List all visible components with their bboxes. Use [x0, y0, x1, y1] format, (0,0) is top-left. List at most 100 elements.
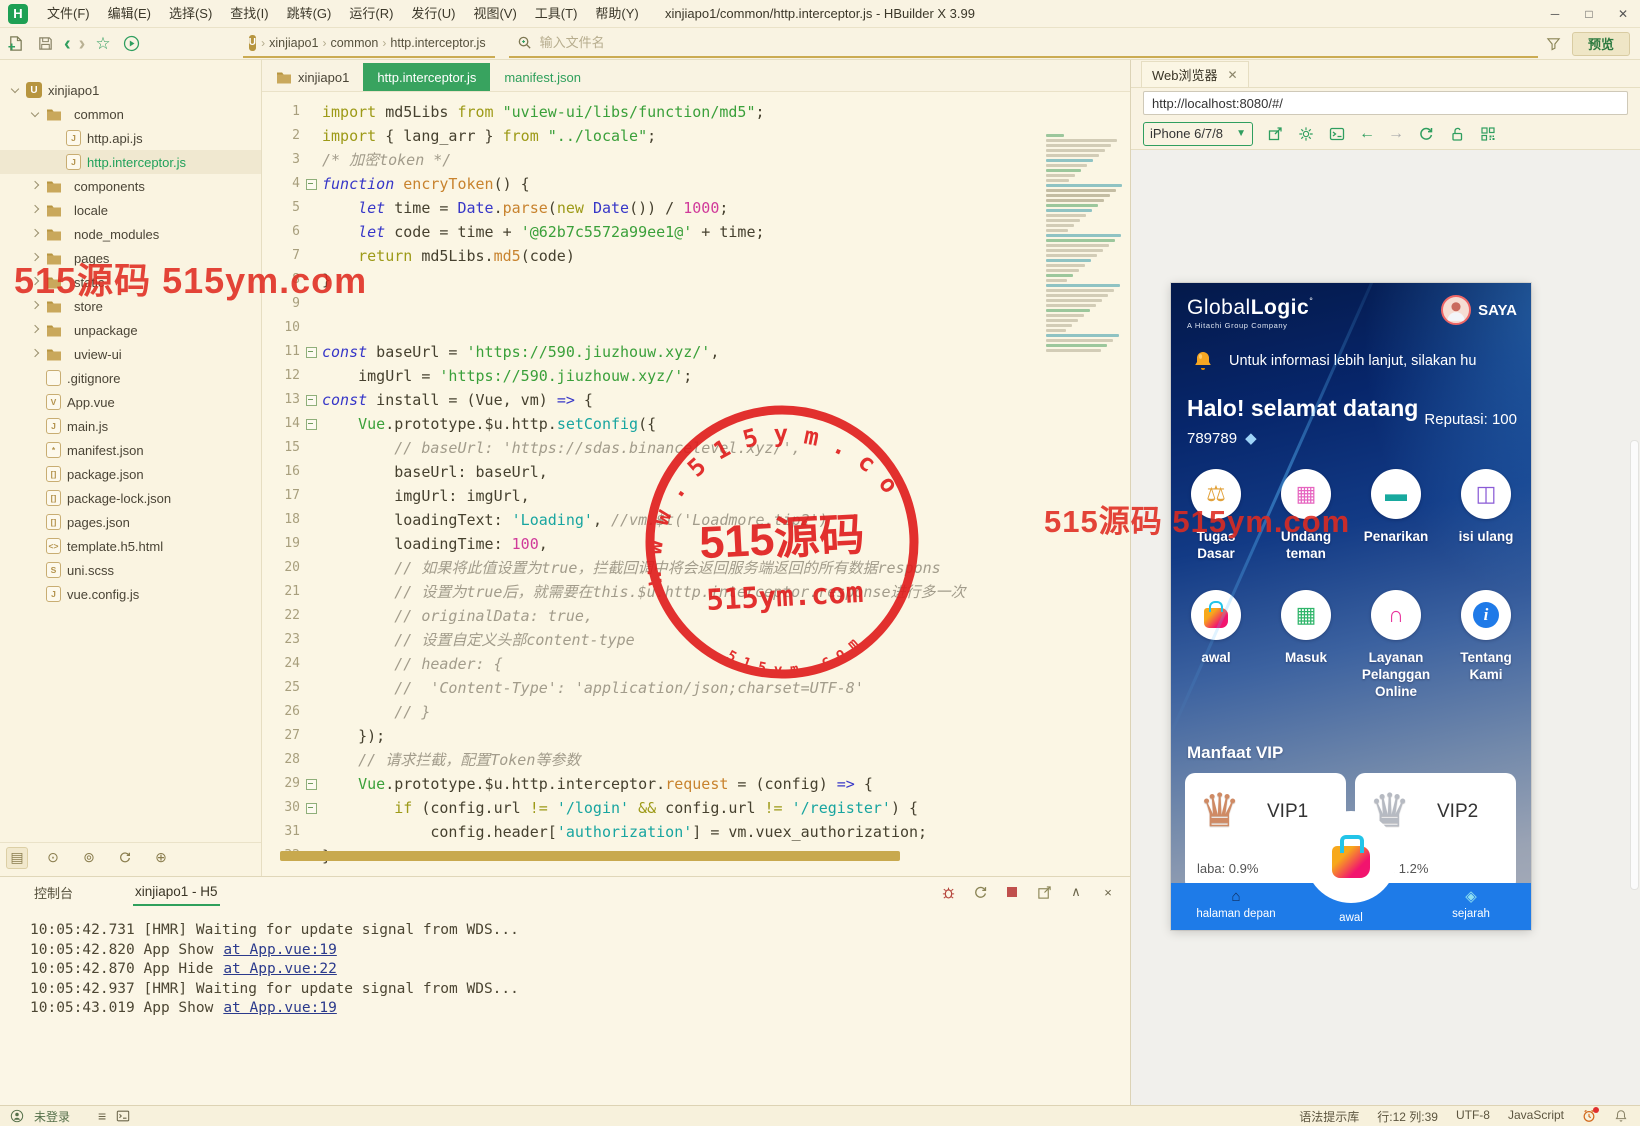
- navigate-forward-button[interactable]: ›: [75, 34, 90, 54]
- notice-bar[interactable]: Untuk informasi lebih lanjut, silakan hu: [1171, 349, 1531, 373]
- url-input[interactable]: [1143, 91, 1628, 115]
- tree-chevron-icon[interactable]: [28, 251, 42, 265]
- menu-item[interactable]: 文件(F): [38, 0, 99, 28]
- devtools-console-icon[interactable]: [1328, 125, 1346, 143]
- grid-item-penarikan[interactable]: ▬ Penarikan: [1351, 469, 1441, 562]
- terminal-icon[interactable]: [116, 1109, 130, 1123]
- log-source-link[interactable]: at App.vue:22: [223, 961, 337, 977]
- sidebar-item-template-h5-html[interactable]: <> template.h5.html: [0, 534, 261, 558]
- browser-back-icon[interactable]: ←: [1359, 125, 1375, 143]
- tab-awal[interactable]: awal: [1301, 910, 1401, 924]
- sidebar-item-vue-config-js[interactable]: Jvue.config.js: [0, 582, 261, 606]
- profile-entry[interactable]: SAYA: [1441, 295, 1517, 325]
- search-input[interactable]: [539, 35, 1452, 50]
- fold-marker[interactable]: [300, 796, 322, 820]
- collapse-panel-icon[interactable]: ∧: [1068, 884, 1084, 900]
- browser-forward-icon[interactable]: →: [1388, 125, 1404, 143]
- tab-halaman-depan[interactable]: ⌂ halaman depan: [1181, 888, 1291, 920]
- grid-item-tugas-dasar[interactable]: ⚖ Tugas Dasar: [1171, 469, 1261, 562]
- lock-icon[interactable]: [1448, 125, 1466, 143]
- sidebar-item-uni-scss[interactable]: Suni.scss: [0, 558, 261, 582]
- console-tab[interactable]: xinjiapo1 - H5: [133, 879, 220, 906]
- browser-tab[interactable]: Web浏览器 ✕: [1141, 61, 1249, 87]
- grid-item-awal[interactable]: awal: [1171, 590, 1261, 700]
- sidebar-item-http-api-js[interactable]: Jhttp.api.js: [0, 126, 261, 150]
- sidebar-item-store[interactable]: store: [0, 294, 261, 318]
- menu-item[interactable]: 跳转(G): [278, 0, 341, 28]
- tree-chevron-icon[interactable]: [28, 299, 42, 313]
- tabbar-center-button[interactable]: [1305, 811, 1397, 903]
- stop-icon[interactable]: [1004, 884, 1020, 900]
- sidebar-item-pages-json[interactable]: [] pages.json: [0, 510, 261, 534]
- close-panel-icon[interactable]: ×: [1100, 884, 1116, 900]
- preview-button[interactable]: 预览: [1572, 31, 1630, 56]
- close-button[interactable]: ✕: [1606, 0, 1640, 27]
- minimize-button[interactable]: ─: [1538, 0, 1572, 27]
- file-explorer-view-icon[interactable]: ▤: [6, 846, 28, 869]
- grid-item-undang-teman[interactable]: ▦ Undang teman: [1261, 469, 1351, 562]
- log-source-link[interactable]: at App.vue:19: [223, 942, 337, 958]
- tab-sejarah[interactable]: ◈ sejarah: [1416, 888, 1526, 920]
- code-area[interactable]: 1 import md5Libs from "uview-ui/libs/func…: [262, 92, 1130, 876]
- new-file-button[interactable]: [0, 31, 30, 57]
- menu-item[interactable]: 查找(I): [221, 0, 277, 28]
- tree-chevron-icon[interactable]: [28, 323, 42, 337]
- sidebar-item-main-js[interactable]: Jmain.js: [0, 414, 261, 438]
- browser-tab-close-icon[interactable]: ✕: [1228, 68, 1238, 82]
- refresh-icon[interactable]: [1417, 125, 1435, 143]
- fold-marker[interactable]: [300, 388, 322, 412]
- sidebar-item-http-interceptor-js[interactable]: Jhttp.interceptor.js: [0, 150, 261, 174]
- tree-chevron-icon[interactable]: [28, 203, 42, 217]
- sidebar-item-xinjiapo1[interactable]: Uxinjiapo1: [0, 78, 261, 102]
- maximize-button[interactable]: □: [1572, 0, 1606, 27]
- menu-item[interactable]: 编辑(E): [99, 0, 160, 28]
- sidebar-item-uview-ui[interactable]: uview-ui: [0, 342, 261, 366]
- open-external-browser-icon[interactable]: [1266, 125, 1284, 143]
- account-person-icon[interactable]: [10, 1109, 24, 1123]
- tree-chevron-icon[interactable]: [28, 275, 42, 289]
- save-button[interactable]: [30, 31, 60, 57]
- menu-item[interactable]: 发行(U): [402, 0, 464, 28]
- grid-item-tentang-kami[interactable]: i Tentang Kami: [1441, 590, 1531, 700]
- sidebar-item-app-vue[interactable]: V App.vue: [0, 390, 261, 414]
- fold-marker[interactable]: [300, 772, 322, 796]
- editor-tab-http-interceptor-js[interactable]: http.interceptor.js: [363, 63, 491, 91]
- horizontal-scrollbar[interactable]: [280, 851, 900, 861]
- search-view-icon[interactable]: ⊙: [42, 847, 64, 869]
- breadcrumb-item[interactable]: xinjiapo1: [266, 36, 321, 50]
- fold-marker[interactable]: [300, 172, 322, 196]
- sidebar-item--gitignore[interactable]: .gitignore: [0, 366, 261, 390]
- menu-item[interactable]: 帮助(Y): [586, 0, 647, 28]
- sidebar-item-common[interactable]: common: [0, 102, 261, 126]
- sidebar-item-package-lock-json[interactable]: [] package-lock.json: [0, 486, 261, 510]
- statusbar-item[interactable]: 行:12 列:39: [1377, 1108, 1438, 1125]
- open-in-window-icon[interactable]: [1036, 884, 1052, 900]
- menu-item[interactable]: 运行(R): [340, 0, 402, 28]
- breadcrumb[interactable]: U › xinjiapo1 › common › http.interceptor.js: [242, 30, 495, 58]
- login-status[interactable]: 未登录: [34, 1108, 70, 1125]
- tree-chevron-icon[interactable]: [8, 83, 22, 97]
- tree-chevron-icon[interactable]: [28, 227, 42, 241]
- debug-bug-icon[interactable]: [940, 884, 956, 900]
- tree-chevron-icon[interactable]: [28, 179, 42, 193]
- minimap[interactable]: [1042, 132, 1126, 472]
- debug-view-icon[interactable]: ⊚: [78, 847, 100, 869]
- notification-bell-icon[interactable]: [1614, 1109, 1628, 1123]
- breadcrumb-item[interactable]: common: [327, 36, 381, 50]
- sidebar-item-unpackage[interactable]: unpackage: [0, 318, 261, 342]
- fold-marker[interactable]: [300, 340, 322, 364]
- editor-tab-xinjiapo1[interactable]: xinjiapo1: [262, 63, 363, 91]
- sidebar-item-package-json[interactable]: [] package.json: [0, 462, 261, 486]
- bookmark-star-icon[interactable]: ☆: [89, 34, 116, 54]
- editor-tab-manifest-json[interactable]: manifest.json: [490, 63, 595, 91]
- sidebar-item-pages[interactable]: pages: [0, 246, 261, 270]
- clock-icon[interactable]: [1582, 1107, 1599, 1123]
- device-selector[interactable]: iPhone 6/7/8 ▼: [1143, 121, 1253, 146]
- menu-item[interactable]: 选择(S): [160, 0, 221, 28]
- sidebar-item-locale[interactable]: locale: [0, 198, 261, 222]
- sidebar-item-node-modules[interactable]: node_modules: [0, 222, 261, 246]
- grid-item-layanan-pelanggan-online[interactable]: ∩ Layanan Pelanggan Online: [1351, 590, 1441, 700]
- extensions-view-icon[interactable]: ⊕: [150, 847, 172, 869]
- grid-item-isi-ulang[interactable]: ◫ isi ulang: [1441, 469, 1531, 562]
- refresh-view-icon[interactable]: [114, 847, 136, 869]
